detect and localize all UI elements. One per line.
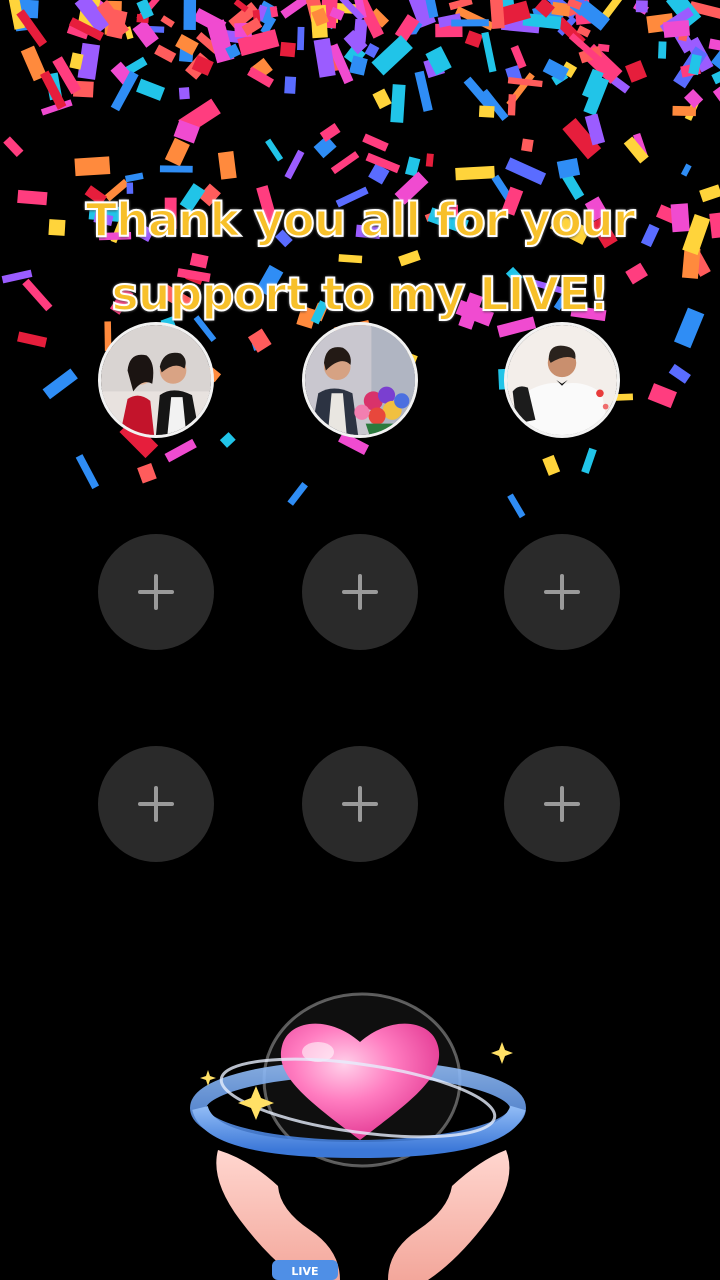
confetti-piece (635, 0, 648, 13)
add-supporter-slot[interactable] (504, 534, 620, 650)
thank-you-title-line-1: Thank you all for your (85, 192, 637, 248)
confetti-piece (510, 45, 527, 69)
confetti-piece (217, 151, 237, 180)
confetti-piece (673, 307, 705, 349)
supporter-avatar-1[interactable] (98, 322, 214, 438)
confetti-piece (647, 383, 677, 409)
confetti-piece (478, 105, 495, 118)
confetti-piece (247, 328, 272, 353)
confetti-piece (279, 41, 296, 58)
confetti-piece (505, 157, 547, 185)
confetti-piece (680, 163, 692, 177)
confetti-piece (3, 136, 24, 157)
confetti-piece (124, 172, 144, 183)
confetti-piece (284, 149, 305, 180)
confetti-piece (542, 454, 561, 476)
confetti-piece (425, 153, 434, 167)
couple-photo-icon (101, 325, 211, 435)
confetti-piece (284, 76, 297, 94)
confetti-piece (668, 363, 691, 384)
supporter-avatar-3[interactable] (504, 322, 620, 438)
confetti-piece (287, 482, 308, 506)
confetti-piece (330, 151, 360, 175)
confetti-piece (17, 189, 48, 206)
confetti-piece (178, 87, 190, 100)
confetti-piece (581, 447, 597, 474)
confetti-piece (164, 438, 197, 463)
confetti-piece (464, 30, 483, 48)
confetti-piece (481, 31, 497, 73)
confetti-piece (672, 105, 697, 117)
confetti-piece (74, 156, 111, 177)
add-supporter-slot[interactable] (302, 534, 418, 650)
confetti-piece (175, 34, 199, 56)
confetti-piece (42, 368, 78, 400)
confetti-piece (699, 184, 720, 203)
confetti-piece (507, 94, 517, 116)
confetti-piece (280, 0, 311, 19)
confetti-piece (297, 26, 305, 51)
wristband-label: LIVE (291, 1265, 318, 1278)
confetti-piece (521, 138, 534, 152)
confetti-piece (22, 278, 53, 312)
add-supporter-slot[interactable] (504, 746, 620, 862)
confetti-piece (455, 165, 495, 181)
confetti-piece (709, 212, 720, 239)
confetti-piece (219, 432, 236, 448)
man-with-flowers-photo-icon (305, 325, 415, 435)
confetti-piece (362, 133, 389, 152)
confetti-piece (136, 78, 166, 101)
man-in-white-shirt-photo-icon (507, 325, 617, 435)
confetti-piece (137, 462, 157, 484)
confetti-piece (556, 158, 581, 179)
confetti-piece (625, 60, 648, 83)
confetti-piece (132, 19, 159, 48)
confetti-piece (658, 41, 667, 59)
thank-you-title-line-2: support to my LIVE! (110, 266, 610, 322)
confetti-piece (507, 493, 526, 519)
confetti-piece (75, 454, 100, 490)
confetti-piece (684, 88, 704, 109)
add-supporter-slot[interactable] (302, 746, 418, 862)
add-supporter-slot[interactable] (98, 746, 214, 862)
confetti-piece (662, 20, 691, 38)
confetti-piece (183, 0, 197, 31)
confetti-piece (154, 44, 177, 63)
confetti-piece (390, 84, 406, 123)
confetti-piece (451, 19, 489, 27)
add-supporter-slot[interactable] (98, 534, 214, 650)
supporter-avatar-2[interactable] (302, 322, 418, 438)
confetti-piece (265, 138, 284, 162)
confetti-piece (160, 15, 175, 28)
confetti-piece (371, 35, 413, 76)
heart-in-hands-icon: LIVE (190, 992, 526, 1280)
confetti-piece (670, 203, 690, 233)
confetti-piece (164, 137, 190, 167)
confetti-piece (313, 38, 336, 78)
confetti-piece (159, 165, 193, 173)
confetti-piece (17, 331, 48, 348)
confetti-piece (372, 88, 392, 110)
